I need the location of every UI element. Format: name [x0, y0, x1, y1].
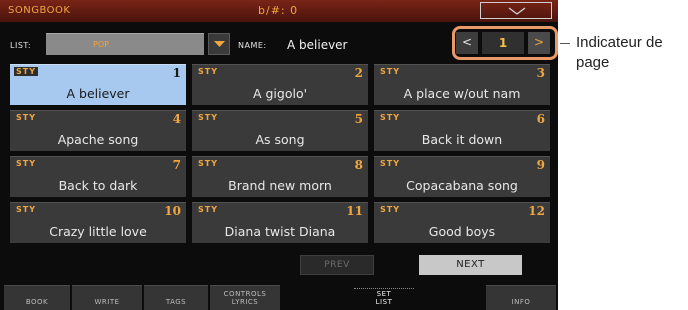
cell-number: 8 — [354, 158, 363, 172]
page-indicator-highlight — [452, 26, 558, 60]
song-title: Apache song — [57, 132, 139, 147]
song-title: Good boys — [428, 224, 496, 239]
style-tag: STY — [16, 113, 37, 122]
cell-number: 9 — [536, 158, 545, 172]
style-tag: STY — [198, 113, 219, 122]
style-tag: STY — [198, 205, 219, 214]
list-dropdown-button[interactable] — [208, 33, 230, 55]
song-cell[interactable]: STY 8 Brand new morn — [192, 156, 368, 197]
song-cell[interactable]: STY 11 Diana twist Diana — [192, 202, 368, 243]
style-tag: STY — [198, 159, 219, 168]
style-tag: STY — [380, 205, 401, 214]
transpose-indicator: b/#: 0 — [258, 4, 299, 17]
tab-label: SET LIST — [375, 290, 393, 306]
cell-number: 1 — [172, 66, 181, 80]
name-label: NAME: — [238, 41, 267, 50]
tab-set-list[interactable]: SET LIST — [350, 285, 418, 310]
callout-leader-line — [560, 43, 570, 44]
active-indicator — [354, 288, 414, 289]
prev-button[interactable]: PREV — [300, 255, 374, 275]
song-title: Copacabana song — [406, 178, 518, 193]
cell-number: 12 — [528, 204, 545, 218]
song-cell[interactable]: STY 5 As song — [192, 110, 368, 151]
song-cell[interactable]: STY 6 Back it down — [374, 110, 550, 151]
cell-number: 11 — [346, 204, 363, 218]
cell-number: 3 — [536, 66, 545, 80]
cell-number: 2 — [354, 66, 363, 80]
next-button[interactable]: NEXT — [419, 255, 522, 275]
tab-info[interactable]: INFO — [486, 285, 556, 310]
tab-label: WRITE — [94, 298, 120, 306]
title-bar: SONGBOOK b/#: 0 — [0, 0, 558, 22]
tab-book[interactable]: BOOK — [4, 285, 70, 310]
style-tag: STY — [380, 113, 401, 122]
song-cell[interactable]: STY 12 Good boys — [374, 202, 550, 243]
song-name: A believer — [287, 38, 348, 52]
callout-text: Indicateur de page — [576, 34, 663, 71]
cell-number: 7 — [172, 158, 181, 172]
list-value: POP — [93, 40, 109, 49]
style-tag: STY — [16, 159, 37, 168]
song-title: Diana twist Diana — [224, 224, 336, 239]
tab-label: TAGS — [165, 298, 187, 306]
song-cell[interactable]: STY 2 A gigolo' — [192, 64, 368, 105]
style-tag: STY — [14, 67, 39, 76]
cell-number: 5 — [354, 112, 363, 126]
song-title: As song — [255, 132, 305, 147]
tab-label: BOOK — [25, 298, 49, 306]
tab-write[interactable]: WRITE — [72, 285, 142, 310]
style-tag: STY — [380, 67, 401, 76]
list-select[interactable]: POP — [46, 33, 204, 55]
song-title: Back it down — [421, 132, 503, 147]
style-tag: STY — [16, 205, 37, 214]
song-cell[interactable]: STY 10 Crazy little love — [10, 202, 186, 243]
cell-number: 6 — [536, 112, 545, 126]
caret-down-icon — [214, 41, 225, 47]
song-cell[interactable]: STY 7 Back to dark — [10, 156, 186, 197]
tab-tags[interactable]: TAGS — [144, 285, 208, 310]
cell-number: 10 — [164, 204, 181, 218]
list-label: LIST: — [10, 41, 32, 50]
song-title: Brand new morn — [228, 178, 332, 193]
style-tag: STY — [198, 67, 219, 76]
song-title: A place w/out nam — [403, 86, 521, 101]
tab-label: INFO — [511, 298, 531, 306]
song-title: Back to dark — [58, 178, 138, 193]
tab-label: CONTROLS LYRICS — [223, 290, 267, 306]
song-cell[interactable]: STY 3 A place w/out nam — [374, 64, 550, 105]
style-tag: STY — [380, 159, 401, 168]
chevron-down-icon — [508, 7, 526, 15]
app-title: SONGBOOK — [8, 5, 71, 16]
page-menu-button[interactable] — [480, 2, 552, 19]
tab-controls-lyrics[interactable]: CONTROLS LYRICS — [210, 285, 280, 310]
song-cell[interactable]: STY 4 Apache song — [10, 110, 186, 151]
song-cell[interactable]: STY 1 A believer — [10, 64, 186, 105]
song-cell[interactable]: STY 9 Copacabana song — [374, 156, 550, 197]
song-title: A believer — [66, 86, 130, 101]
song-title: A gigolo' — [252, 86, 308, 101]
cell-number: 4 — [172, 112, 181, 126]
song-title: Crazy little love — [49, 224, 147, 239]
